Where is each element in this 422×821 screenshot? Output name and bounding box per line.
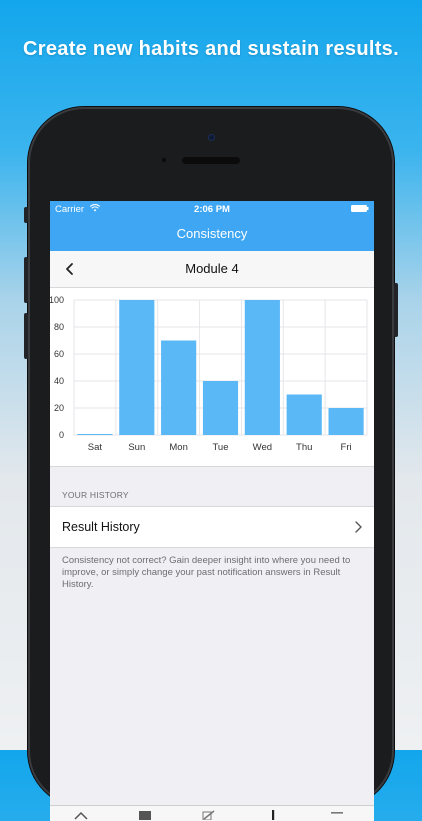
power-button <box>394 283 398 337</box>
y-tick-label: 40 <box>54 376 64 386</box>
app-screen: Carrier 2:06 PM Consistency Module 4 0 20… <box>50 201 374 821</box>
section-header-your-history: YOUR HISTORY <box>62 490 129 500</box>
earpiece-speaker <box>182 157 240 164</box>
home-tab-icon[interactable] <box>74 810 88 820</box>
bar-mon <box>161 340 197 435</box>
x-tick-label: Thu <box>296 442 312 453</box>
x-tick-label: Mon <box>169 442 187 453</box>
x-tick-label: Tue <box>212 442 228 453</box>
y-tick-label: 80 <box>54 322 64 332</box>
bar-chart: 0 20 40 60 80 100 Sat Sun Mon Tue Wed Thu Fri <box>50 295 368 453</box>
history-footnote: Consistency not correct? Gain deeper ins… <box>62 555 351 590</box>
x-tick-label: Fri <box>341 442 352 453</box>
result-history-label: Result History <box>62 520 140 534</box>
bar-sat <box>77 434 113 435</box>
status-bar: Carrier 2:06 PM <box>50 201 374 217</box>
x-tick-label: Sun <box>128 442 145 453</box>
menu-tab-icon[interactable] <box>330 810 344 820</box>
volume-up-button <box>24 257 28 303</box>
consistency-tab-icon[interactable] <box>266 810 280 820</box>
y-tick-label: 60 <box>54 349 64 359</box>
proximity-sensor <box>162 158 166 162</box>
result-history-row[interactable]: Result History <box>50 506 374 548</box>
modules-tab-icon[interactable] <box>138 810 152 820</box>
bar-thu <box>286 394 322 435</box>
y-tick-label: 0 <box>59 430 64 440</box>
battery-icon <box>351 205 369 212</box>
phone-frame: Carrier 2:06 PM Consistency Module 4 0 20… <box>24 107 398 821</box>
nav-title: Consistency <box>50 217 374 251</box>
consistency-chart: 0 20 40 60 80 100 Sat Sun Mon Tue Wed Thu Fri <box>50 288 374 467</box>
mute-switch <box>24 207 28 223</box>
module-title: Module 4 <box>185 261 239 276</box>
bar-fri <box>328 408 364 435</box>
y-tick-label: 100 <box>50 295 64 305</box>
y-tick-label: 20 <box>54 403 64 413</box>
promo-headline: Create new habits and sustain results. <box>23 38 399 60</box>
x-tick-label: Wed <box>253 442 272 453</box>
front-camera <box>208 134 215 141</box>
x-tick-label: Sat <box>88 442 103 453</box>
tab-bar <box>50 805 374 821</box>
bar-tue <box>202 381 239 435</box>
edit-tab-icon[interactable] <box>202 810 216 820</box>
chevron-right-icon <box>355 521 362 533</box>
volume-down-button <box>24 313 28 359</box>
bar-sun <box>119 300 155 435</box>
status-time: 2:06 PM <box>194 204 230 215</box>
sub-navigation-bar: Module 4 <box>50 251 374 288</box>
bar-wed <box>244 300 280 435</box>
